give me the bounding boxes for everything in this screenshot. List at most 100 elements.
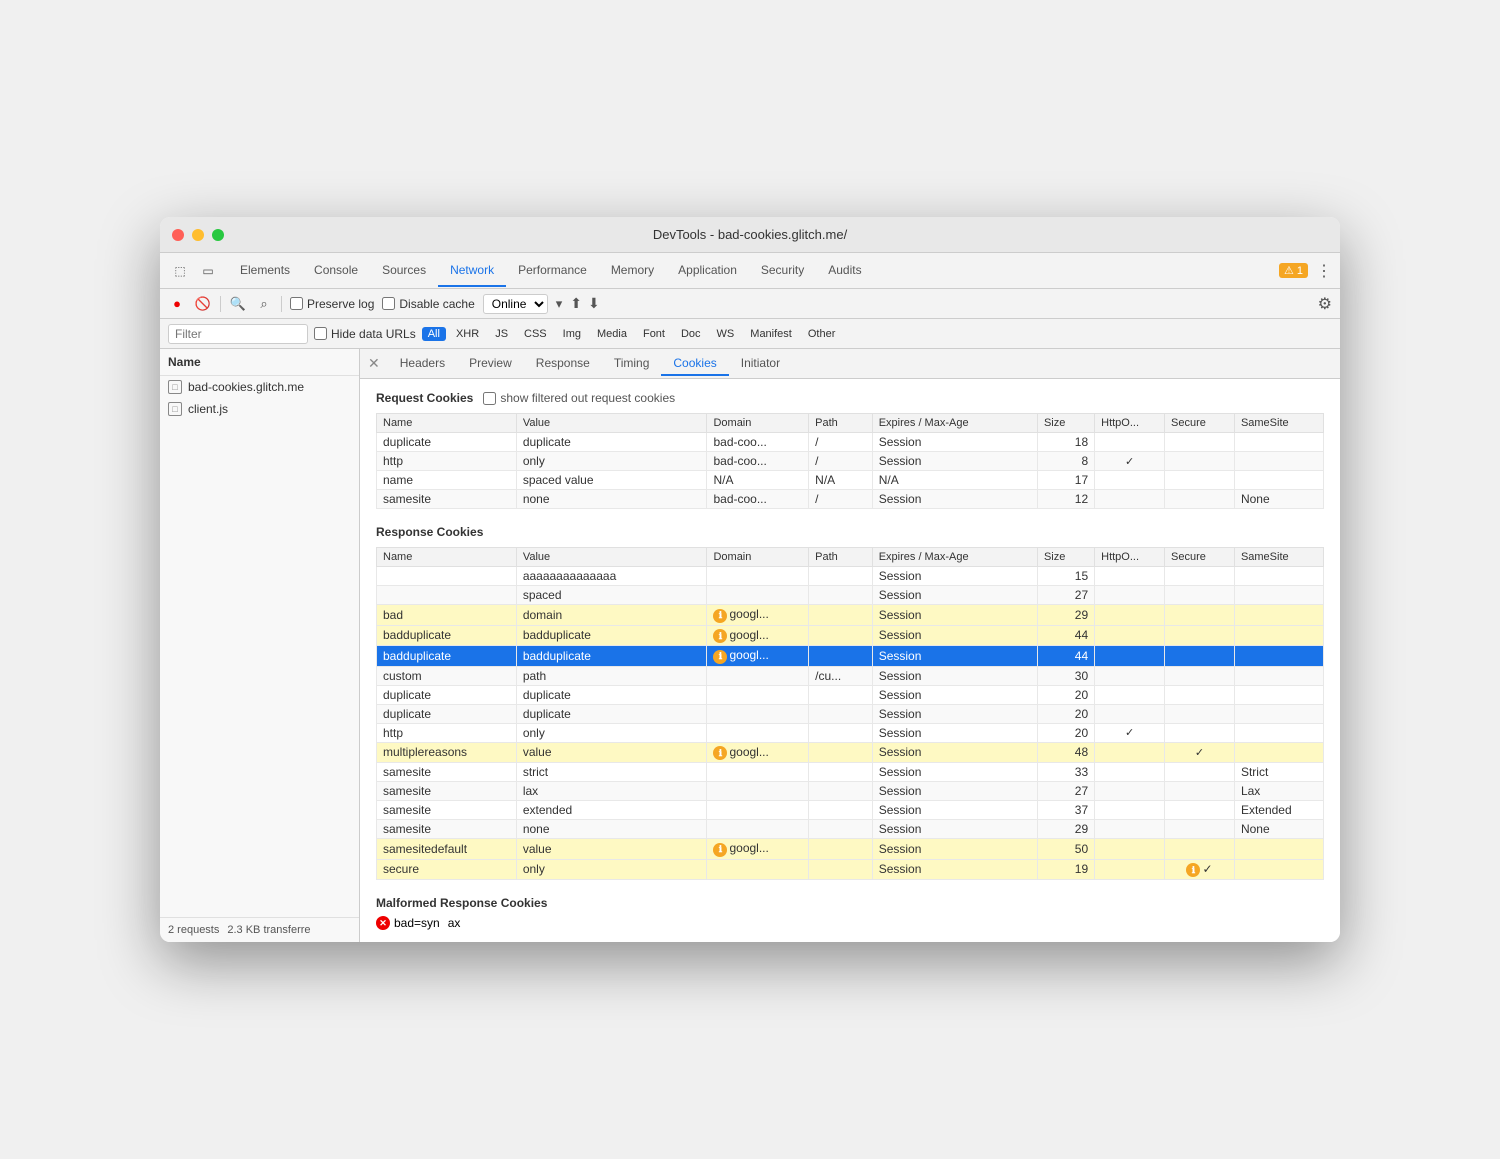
req-row2-http: ✓ bbox=[1095, 452, 1165, 471]
filter-ws[interactable]: WS bbox=[711, 327, 741, 341]
panel-tab-preview[interactable]: Preview bbox=[457, 352, 524, 376]
tab-application[interactable]: Application bbox=[666, 255, 749, 287]
res-r11-expires: Session bbox=[872, 763, 1037, 782]
filter-manifest[interactable]: Manifest bbox=[744, 327, 798, 341]
table-row[interactable]: samesite extended Session 37 Extended bbox=[377, 801, 1324, 820]
panel-tab-headers[interactable]: Headers bbox=[388, 352, 457, 376]
table-row[interactable]: spaced Session 27 bbox=[377, 586, 1324, 605]
tab-network[interactable]: Network bbox=[438, 255, 506, 287]
res-r11-size: 33 bbox=[1037, 763, 1094, 782]
panel-tab-response[interactable]: Response bbox=[524, 352, 602, 376]
res-r10-size: 48 bbox=[1037, 742, 1094, 763]
response-cookies-table: Name Value Domain Path Expires / Max-Age… bbox=[376, 547, 1324, 880]
tab-performance[interactable]: Performance bbox=[506, 255, 599, 287]
filter-other[interactable]: Other bbox=[802, 327, 842, 341]
table-row[interactable]: duplicate duplicate Session 20 bbox=[377, 704, 1324, 723]
sidebar-item-client-js[interactable]: □ client.js bbox=[160, 398, 359, 420]
show-filtered-label[interactable]: show filtered out request cookies bbox=[483, 391, 675, 405]
disable-cache-label[interactable]: Disable cache bbox=[382, 297, 474, 311]
minimize-button[interactable] bbox=[192, 229, 204, 241]
res-r6-http bbox=[1095, 666, 1165, 685]
res-r16-path bbox=[809, 859, 873, 880]
res-r5-value: badduplicate bbox=[516, 646, 707, 667]
table-row[interactable]: multiplereasons value ℹgoogl... Session … bbox=[377, 742, 1324, 763]
res-r15-http bbox=[1095, 839, 1165, 860]
table-row[interactable]: samesite strict Session 33 Strict bbox=[377, 763, 1324, 782]
settings-icon[interactable]: ⚙ bbox=[1318, 294, 1332, 314]
table-row[interactable]: duplicate duplicate bad-coo... / Session… bbox=[377, 433, 1324, 452]
disable-cache-checkbox[interactable] bbox=[382, 297, 395, 310]
table-row[interactable]: samesite lax Session 27 Lax bbox=[377, 782, 1324, 801]
table-row[interactable]: badduplicate badduplicate ℹgoogl... Sess… bbox=[377, 625, 1324, 646]
filter-input[interactable] bbox=[168, 324, 308, 344]
tab-audits[interactable]: Audits bbox=[816, 255, 873, 287]
filter-media[interactable]: Media bbox=[591, 327, 633, 341]
tab-console[interactable]: Console bbox=[302, 255, 370, 287]
table-row[interactable]: samesite none bad-coo... / Session 12 No… bbox=[377, 490, 1324, 509]
res-r15-value: value bbox=[516, 839, 707, 860]
preserve-log-label[interactable]: Preserve log bbox=[290, 297, 374, 311]
res-r8-secure bbox=[1165, 704, 1235, 723]
table-row[interactable]: badduplicate badduplicate ℹgoogl... Sess… bbox=[377, 646, 1324, 667]
panel-tab-cookies[interactable]: Cookies bbox=[661, 352, 728, 376]
tab-security[interactable]: Security bbox=[749, 255, 816, 287]
tab-memory[interactable]: Memory bbox=[599, 255, 666, 287]
show-filtered-checkbox[interactable] bbox=[483, 392, 496, 405]
upload-icon[interactable]: ⬆ bbox=[570, 295, 582, 312]
res-r2-secure bbox=[1165, 586, 1235, 605]
filter-doc[interactable]: Doc bbox=[675, 327, 707, 341]
table-row[interactable]: http only Session 20 ✓ bbox=[377, 723, 1324, 742]
res-r15-samesite bbox=[1234, 839, 1323, 860]
filter-js[interactable]: JS bbox=[489, 327, 514, 341]
separator-2 bbox=[281, 296, 282, 312]
res-r3-expires: Session bbox=[872, 605, 1037, 626]
table-row[interactable]: aaaaaaaaaaaaaa Session 15 bbox=[377, 567, 1324, 586]
more-options-icon[interactable]: ⋮ bbox=[1316, 261, 1332, 281]
res-r6-secure bbox=[1165, 666, 1235, 685]
inspect-icon[interactable]: ⬚ bbox=[168, 259, 192, 283]
res-r3-secure bbox=[1165, 605, 1235, 626]
hide-data-urls-label[interactable]: Hide data URLs bbox=[314, 327, 416, 341]
table-row[interactable]: custom path /cu... Session 30 bbox=[377, 666, 1324, 685]
res-r8-name: duplicate bbox=[377, 704, 517, 723]
maximize-button[interactable] bbox=[212, 229, 224, 241]
req-row3-name: name bbox=[377, 471, 517, 490]
tab-sources[interactable]: Sources bbox=[370, 255, 438, 287]
clear-button[interactable]: 🚫 bbox=[194, 295, 212, 313]
device-icon[interactable]: ▭ bbox=[196, 259, 220, 283]
th-res-path: Path bbox=[809, 548, 873, 567]
network-throttle-select[interactable]: Online bbox=[483, 294, 548, 314]
table-row[interactable]: http only bad-coo... / Session 8 ✓ bbox=[377, 452, 1324, 471]
search-icon[interactable]: ⌕ bbox=[255, 295, 273, 313]
table-row[interactable]: samesite none Session 29 None bbox=[377, 820, 1324, 839]
filter-img[interactable]: Img bbox=[557, 327, 587, 341]
filter-icon[interactable]: 🔍 bbox=[229, 295, 247, 313]
table-row[interactable]: duplicate duplicate Session 20 bbox=[377, 685, 1324, 704]
preserve-log-checkbox[interactable] bbox=[290, 297, 303, 310]
res-r13-size: 37 bbox=[1037, 801, 1094, 820]
table-row[interactable]: bad domain ℹgoogl... Session 29 bbox=[377, 605, 1324, 626]
table-row[interactable]: samesitedefault value ℹgoogl... Session … bbox=[377, 839, 1324, 860]
file-icon: □ bbox=[168, 380, 182, 394]
sidebar-item-bad-cookies[interactable]: □ bad-cookies.glitch.me bbox=[160, 376, 359, 398]
res-r1-secure bbox=[1165, 567, 1235, 586]
filter-font[interactable]: Font bbox=[637, 327, 671, 341]
tab-elements[interactable]: Elements bbox=[228, 255, 302, 287]
close-button[interactable] bbox=[172, 229, 184, 241]
table-row[interactable]: secure only Session 19 ℹ✓ bbox=[377, 859, 1324, 880]
panel-tab-initiator[interactable]: Initiator bbox=[729, 352, 792, 376]
download-icon[interactable]: ⬇ bbox=[588, 295, 600, 312]
filter-css[interactable]: CSS bbox=[518, 327, 553, 341]
res-r10-name: multiplereasons bbox=[377, 742, 517, 763]
res-r1-name bbox=[377, 567, 517, 586]
panel-tab-timing[interactable]: Timing bbox=[602, 352, 662, 376]
record-button[interactable]: ● bbox=[168, 295, 186, 313]
chevron-down-icon[interactable]: ▾ bbox=[556, 296, 563, 312]
hide-data-urls-checkbox[interactable] bbox=[314, 327, 327, 340]
filter-xhr[interactable]: XHR bbox=[450, 327, 485, 341]
panel-close-icon[interactable]: ✕ bbox=[368, 355, 380, 372]
res-r11-http bbox=[1095, 763, 1165, 782]
filter-all[interactable]: All bbox=[422, 327, 446, 341]
req-row2-secure bbox=[1165, 452, 1235, 471]
table-row[interactable]: name spaced value N/A N/A N/A 17 bbox=[377, 471, 1324, 490]
